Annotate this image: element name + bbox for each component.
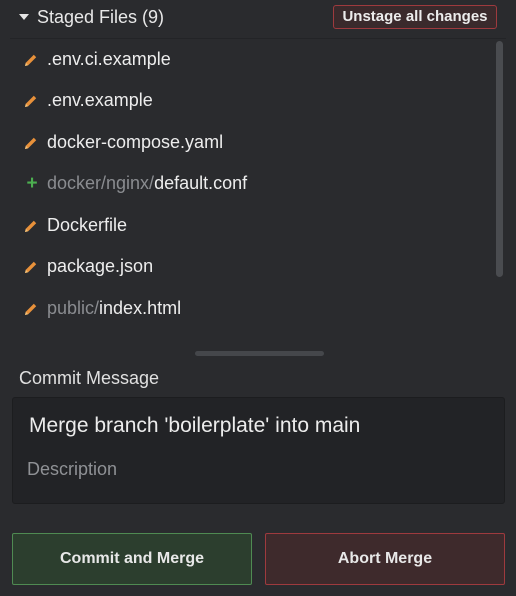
commit-and-merge-button[interactable]: Commit and Merge	[12, 533, 252, 585]
file-basename: index.html	[99, 298, 182, 318]
commit-message-label: Commit Message	[19, 368, 160, 388]
file-row[interactable]: .env.ci.example	[12, 40, 492, 80]
file-basename: Dockerfile	[47, 215, 128, 235]
header-divider	[10, 38, 506, 39]
file-name: public/index.html	[47, 298, 181, 319]
pencil-icon	[24, 217, 40, 235]
pencil-icon	[24, 51, 40, 69]
pencil-icon	[24, 92, 40, 110]
commit-summary-input[interactable]: Merge branch 'boilerplate' into main	[29, 414, 360, 438]
file-row[interactable]: + docker/nginx/default.conf	[12, 164, 492, 204]
file-basename: default.conf	[154, 173, 248, 193]
file-row[interactable]: package.json	[12, 247, 492, 287]
file-dir: docker/nginx/	[47, 173, 155, 193]
file-name: docker-compose.yaml	[47, 132, 223, 153]
staged-files-panel: Staged Files (9) Unstage all changes .en…	[0, 0, 516, 596]
file-row[interactable]: .env.example	[12, 81, 492, 121]
file-list-scrollbar[interactable]	[496, 41, 503, 277]
file-row[interactable]: Dockerfile	[12, 206, 492, 246]
collapse-caret-icon[interactable]	[19, 14, 29, 20]
pencil-icon	[24, 300, 40, 318]
staged-file-list: .env.ci.example .env.example docker-comp…	[12, 40, 506, 330]
file-row[interactable]: public/index.html	[12, 289, 492, 329]
staged-files-title[interactable]: Staged Files (9)	[37, 7, 164, 28]
abort-merge-button[interactable]: Abort Merge	[265, 533, 505, 585]
unstage-all-button[interactable]: Unstage all changes	[333, 5, 497, 29]
plus-icon: +	[26, 173, 38, 194]
file-name: Dockerfile	[47, 215, 127, 236]
file-basename: package.json	[47, 256, 154, 276]
file-row[interactable]: docker-compose.yaml	[12, 123, 492, 163]
file-name: docker/nginx/default.conf	[47, 173, 247, 194]
panel-resize-handle[interactable]	[195, 351, 324, 356]
file-dir: public/	[47, 298, 100, 318]
file-name: package.json	[47, 256, 153, 277]
file-basename: docker-compose.yaml	[47, 132, 224, 152]
file-basename: .env.example	[47, 90, 153, 110]
commit-message-box: Merge branch 'boilerplate' into main Des…	[12, 397, 505, 504]
pencil-icon	[24, 258, 40, 276]
commit-description-input[interactable]: Description	[27, 459, 117, 480]
file-name: .env.ci.example	[47, 49, 171, 70]
file-name: .env.example	[47, 90, 153, 111]
pencil-icon	[24, 134, 40, 152]
file-basename: .env.ci.example	[47, 49, 171, 69]
staged-files-header: Staged Files (9) Unstage all changes	[0, 0, 516, 38]
